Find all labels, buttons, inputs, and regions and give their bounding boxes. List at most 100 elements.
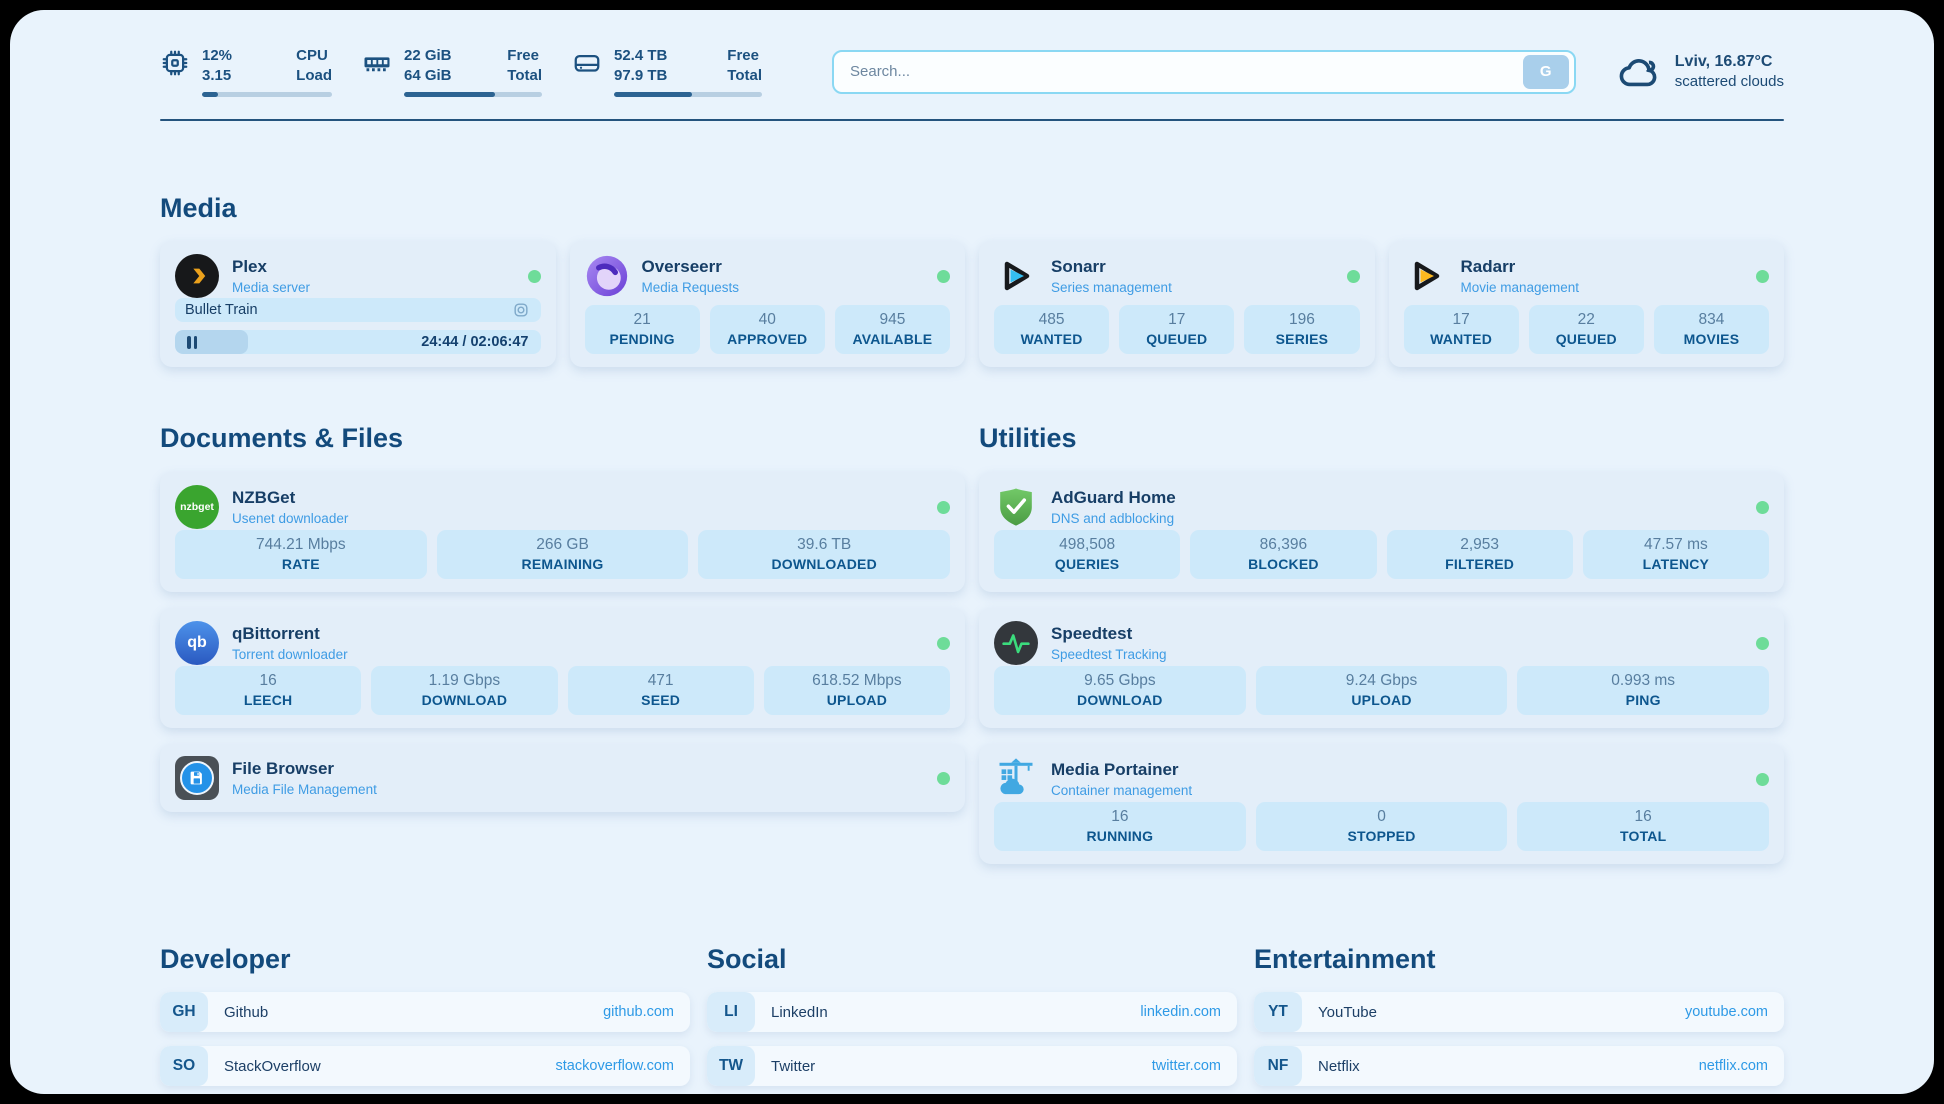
status-online-dot [1756, 501, 1769, 514]
stat-wanted: 17 WANTED [1404, 305, 1519, 354]
stat-download: 9.65 Gbps DOWNLOAD [994, 666, 1246, 715]
stat-ping: 0.993 ms PING [1517, 666, 1769, 715]
media-card-grid: Plex Media server Bullet Train 24:44 / 0… [160, 241, 1784, 367]
link-row-stackoverflow[interactable]: SO StackOverflow stackoverflow.com [160, 1046, 690, 1086]
weather-condition: scattered clouds [1675, 72, 1784, 92]
stat-queued: 17 QUEUED [1119, 305, 1234, 354]
stat-label: FILTERED [1391, 556, 1569, 572]
now-playing-title: Bullet Train [185, 302, 258, 318]
stat-value: 744.21 Mbps [179, 536, 423, 554]
app-card-filebrowser[interactable]: File Browser Media File Management [160, 744, 965, 812]
app-subtitle: Media server [232, 280, 310, 295]
app-title: Overseerr [642, 257, 740, 277]
portainer-icon [994, 757, 1038, 801]
section-documents: Documents & Files nzbget NZBGet Usenet d… [160, 423, 965, 880]
status-online-dot [937, 772, 950, 785]
weather-location: Lviv, 16.87°C [1675, 51, 1784, 73]
stat-label: DOWNLOAD [998, 692, 1242, 708]
stat-value: 17 [1123, 311, 1230, 329]
section-social: Social LI LinkedIn linkedin.com TW Twitt… [707, 944, 1237, 1094]
app-title: File Browser [232, 759, 377, 779]
status-online-dot [937, 501, 950, 514]
cpu-progress-fill [202, 92, 218, 97]
stat-running: 16 RUNNING [994, 802, 1246, 851]
link-url: stackoverflow.com [556, 1058, 690, 1074]
stat-label: PING [1521, 692, 1765, 708]
app-title: Speedtest [1051, 624, 1167, 644]
app-card-nzbget[interactable]: nzbget NZBGet Usenet downloader 744.21 M… [160, 472, 965, 592]
stat-value: 0.993 ms [1521, 672, 1765, 690]
nzbget-icon-text: nzbget [180, 501, 214, 513]
section-title-documents: Documents & Files [160, 423, 965, 454]
settings-icon[interactable] [511, 300, 531, 320]
link-row-github[interactable]: GH Github github.com [160, 992, 690, 1032]
stat-remaining: 266 GB REMAINING [437, 530, 689, 579]
stat-value: 1.19 Gbps [375, 672, 553, 690]
link-row-youtube[interactable]: YT YouTube youtube.com [1254, 992, 1784, 1032]
playback-progress-bar: 24:44 / 02:06:47 [175, 330, 541, 354]
app-card-portainer[interactable]: Media Portainer Container management 16 … [979, 744, 1784, 864]
stat-label: APPROVED [714, 331, 821, 347]
app-title: NZBGet [232, 488, 348, 508]
link-name: YouTube [1318, 1004, 1377, 1021]
disk-progress-bar [614, 92, 762, 97]
stat-label: RATE [179, 556, 423, 572]
disk-free-value: 52.4 TB [614, 46, 667, 66]
section-entertainment: Entertainment YT YouTube youtube.com NF … [1254, 944, 1784, 1094]
link-badge: GH [160, 992, 208, 1032]
radarr-icon [1404, 254, 1448, 298]
app-card-plex[interactable]: Plex Media server Bullet Train 24:44 / 0… [160, 241, 556, 367]
stat-available: 945 AVAILABLE [835, 305, 950, 354]
section-title-social: Social [707, 944, 1237, 975]
app-card-adguard[interactable]: AdGuard Home DNS and adblocking 498,508 … [979, 472, 1784, 592]
filebrowser-icon [175, 756, 219, 800]
link-row-linkedin[interactable]: LI LinkedIn linkedin.com [707, 992, 1237, 1032]
stat-upload: 9.24 Gbps UPLOAD [1256, 666, 1508, 715]
cloud-icon [1616, 49, 1662, 95]
google-search-button[interactable]: G [1523, 55, 1569, 89]
ram-free-value: 22 GiB [404, 46, 452, 66]
link-url: github.com [603, 1004, 690, 1020]
stat-series: 196 SERIES [1244, 305, 1359, 354]
stat-value: 21 [589, 311, 696, 329]
stat-value: 16 [998, 808, 1242, 826]
cpu-label: CPU [296, 46, 332, 66]
speedtest-icon [994, 621, 1038, 665]
header-divider [160, 119, 1784, 121]
app-subtitle: Container management [1051, 783, 1192, 798]
stat-value: 9.65 Gbps [998, 672, 1242, 690]
stat-label: DOWNLOAD [375, 692, 553, 708]
stat-approved: 40 APPROVED [710, 305, 825, 354]
stat-label: LATENCY [1587, 556, 1765, 572]
status-online-dot [1756, 773, 1769, 786]
disk-total-label: Total [727, 66, 762, 86]
app-card-radarr[interactable]: Radarr Movie management 17 WANTED 22 QUE… [1389, 241, 1785, 367]
section-title-developer: Developer [160, 944, 690, 975]
top-bar: 12% 3.15 CPU Load [160, 46, 1784, 97]
search-input[interactable] [850, 63, 1523, 80]
app-card-overseerr[interactable]: Overseerr Media Requests 21 PENDING 40 A… [570, 241, 966, 367]
stat-label: AVAILABLE [839, 331, 946, 347]
app-card-speedtest[interactable]: Speedtest Speedtest Tracking 9.65 Gbps D… [979, 608, 1784, 728]
pause-icon [187, 336, 197, 349]
app-subtitle: Usenet downloader [232, 511, 348, 526]
link-name: Twitter [771, 1058, 815, 1075]
disk-widget: 52.4 TB 97.9 TB Free Total [572, 46, 762, 97]
stat-upload: 618.52 Mbps UPLOAD [764, 666, 950, 715]
status-online-dot [1347, 270, 1360, 283]
cpu-chip-icon [160, 48, 190, 78]
dashboard-page: 12% 3.15 CPU Load [10, 10, 1934, 1094]
app-card-sonarr[interactable]: Sonarr Series management 485 WANTED 17 Q… [979, 241, 1375, 367]
stat-value: 16 [179, 672, 357, 690]
app-card-qbittorrent[interactable]: qb qBittorrent Torrent downloader 16 LEE… [160, 608, 965, 728]
link-row-netflix[interactable]: NF Netflix netflix.com [1254, 1046, 1784, 1086]
ram-progress-fill [404, 92, 495, 97]
link-name: StackOverflow [224, 1058, 321, 1075]
stat-leech: 16 LEECH [175, 666, 361, 715]
status-online-dot [937, 637, 950, 650]
cpu-load-label: Load [296, 66, 332, 86]
link-row-twitter[interactable]: TW Twitter twitter.com [707, 1046, 1237, 1086]
stat-label: RUNNING [998, 828, 1242, 844]
app-title: Sonarr [1051, 257, 1172, 277]
stat-value: 22 [1533, 311, 1640, 329]
